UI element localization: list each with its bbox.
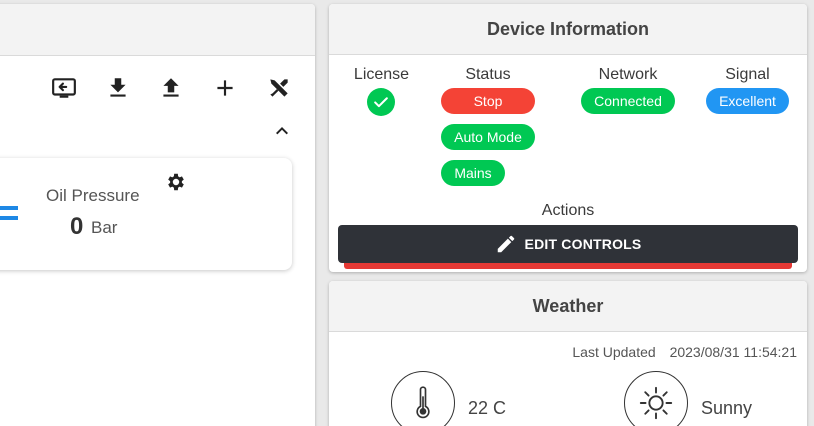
dashboard-panel: Oil Pressure 0 Bar <box>0 4 315 426</box>
tools-icon[interactable] <box>265 74 293 102</box>
download-icon[interactable] <box>104 74 132 102</box>
signal-badge: Excellent <box>706 88 789 114</box>
status-badge-auto-mode: Auto Mode <box>441 124 535 150</box>
last-updated-value: 2023/08/31 11:54:21 <box>669 344 797 360</box>
dashboard-panel-header <box>0 4 315 56</box>
upload-icon[interactable] <box>157 74 185 102</box>
alert-bar <box>344 263 792 269</box>
oil-pressure-card: Oil Pressure 0 Bar <box>0 158 292 270</box>
network-badge: Connected <box>581 88 675 114</box>
edit-controls-label: EDIT CONTROLS <box>524 236 642 252</box>
weather-panel: Weather Last Updated 2023/08/31 11:54:21… <box>329 281 807 426</box>
screen-share-icon[interactable] <box>50 74 78 102</box>
last-updated-label: Last Updated <box>572 344 656 360</box>
add-icon[interactable] <box>211 74 239 102</box>
license-label: License <box>353 66 410 83</box>
check-circle-icon <box>367 88 395 116</box>
signal-label: Signal <box>725 66 770 83</box>
sensor-title: Oil Pressure <box>46 186 140 205</box>
device-information-panel: Device Information License Status Stop A… <box>329 4 807 272</box>
last-updated: Last Updated 2023/08/31 11:54:21 <box>572 344 797 360</box>
edit-controls-button[interactable]: EDIT CONTROLS <box>338 225 798 263</box>
sensor-value: 0 <box>70 213 84 240</box>
pencil-icon <box>495 233 517 255</box>
device-information-title: Device Information <box>329 4 807 55</box>
sensor-unit: Bar <box>91 218 118 237</box>
condition-value: Sunny <box>701 398 753 418</box>
sun-icon <box>624 371 688 426</box>
status-badge-mains: Mains <box>441 160 505 186</box>
gear-icon[interactable] <box>165 171 187 193</box>
pressure-compress-icon <box>0 182 18 246</box>
weather-title: Weather <box>329 281 807 332</box>
network-label: Network <box>598 66 658 83</box>
status-label: Status <box>465 66 511 83</box>
chevron-up-icon[interactable] <box>270 119 294 143</box>
thermometer-icon <box>391 371 455 426</box>
temperature-value: 22 C <box>468 398 507 418</box>
status-badge-stop: Stop <box>441 88 535 114</box>
actions-label: Actions <box>541 202 595 219</box>
